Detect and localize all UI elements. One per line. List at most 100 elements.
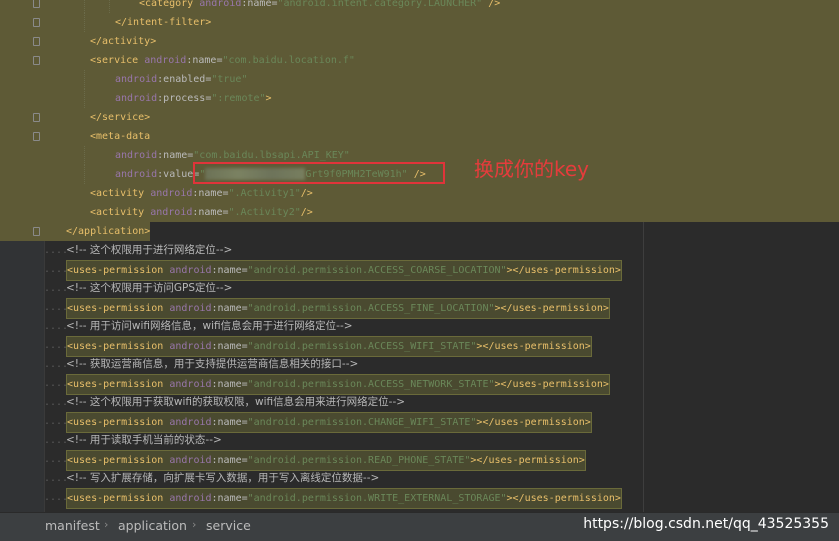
code-text: </application>: [66, 222, 150, 241]
whitespace-dots: ....: [44, 302, 69, 313]
code-line[interactable]: </service>: [0, 108, 839, 127]
token: :name=: [211, 493, 248, 504]
code-line[interactable]: .... <uses-permission android:name="andro…: [0, 298, 839, 319]
token: android: [115, 74, 158, 85]
fold-toggle-icon[interactable]: [33, 227, 40, 236]
code-text: android:enabled="true": [115, 70, 247, 89]
code-line[interactable]: .... <!-- 这个权限用于访问GPS定位-->: [0, 279, 839, 298]
code-line[interactable]: </intent-filter>: [0, 13, 839, 32]
code-text: <uses-permission android:name="android.p…: [66, 374, 610, 395]
code-text: </activity>: [90, 32, 156, 51]
token: <uses-permission: [67, 379, 170, 390]
whitespace-dots: ....: [44, 416, 69, 427]
token: :name=: [186, 55, 223, 66]
annotation-text: 换成你的key: [474, 157, 590, 181]
code-line[interactable]: </application>: [0, 222, 839, 241]
token: ></uses-permission>: [470, 455, 585, 466]
indent-guide: [84, 146, 86, 165]
token: ></uses-permission>: [476, 417, 591, 428]
token: android: [169, 303, 212, 314]
token: <uses-permission: [67, 417, 170, 428]
token: </activity>: [90, 36, 157, 47]
code-line[interactable]: .... <!-- 用于读取手机当前的状态-->: [0, 431, 839, 450]
code-line[interactable]: </activity>: [0, 32, 839, 51]
code-line[interactable]: <activity android:name=".Activity2"/>: [0, 203, 839, 222]
code-line[interactable]: .... <!-- 这个权限用于获取wifi的获取权限，wifi信息会用来进行网络…: [0, 393, 839, 412]
token: <service: [90, 55, 145, 66]
code-line[interactable]: android:process=":remote">: [0, 89, 839, 108]
code-text: <uses-permission android:name="android.p…: [66, 450, 586, 471]
code-text: <meta-data: [90, 127, 150, 146]
code-line[interactable]: .... <uses-permission android:name="andro…: [0, 450, 839, 471]
code-line[interactable]: .... <uses-permission android:name="andro…: [0, 374, 839, 395]
token: "com.baidu.lbsapi.API_KEY": [193, 150, 350, 161]
code-text: <category android:name="android.intent.c…: [139, 0, 500, 13]
token: <uses-permission: [67, 303, 170, 314]
code-line[interactable]: .... <!-- 用于访问wifi网络信息，wifi信息会用于进行网络定位-->: [0, 317, 839, 336]
whitespace-dots: ....: [44, 264, 69, 275]
code-line[interactable]: <category android:name="android.intent.c…: [0, 0, 839, 13]
token: :name=: [211, 417, 248, 428]
fold-toggle-icon[interactable]: [33, 56, 40, 65]
code-line[interactable]: <service android:name="com.baidu.locatio…: [0, 51, 839, 70]
token: :name=: [211, 379, 248, 390]
code-text: <!-- 用于访问wifi网络信息，wifi信息会用于进行网络定位-->: [66, 317, 353, 336]
fold-toggle-icon[interactable]: [33, 113, 40, 122]
token: "android.permission.WRITE_EXTERNAL_STORA…: [247, 493, 507, 504]
token: "true": [211, 74, 248, 85]
code-text: <activity android:name=".Activity1"/>: [90, 184, 313, 203]
breadcrumb-application[interactable]: application: [118, 518, 187, 533]
whitespace-dots: ....: [44, 340, 69, 351]
token: android: [115, 169, 158, 180]
token: <!-- 用于读取手机当前的状态-->: [66, 434, 222, 446]
fold-toggle-icon[interactable]: [33, 0, 40, 8]
token: "android.permission.READ_PHONE_STATE": [247, 455, 471, 466]
token: android: [144, 55, 187, 66]
code-line[interactable]: .... <uses-permission android:name="andro…: [0, 336, 839, 357]
token: />: [300, 188, 313, 199]
code-text: <service android:name="com.baidu.locatio…: [90, 51, 355, 70]
breadcrumb-manifest[interactable]: manifest: [45, 518, 100, 533]
code-text: </service>: [90, 108, 150, 127]
fold-toggle-icon[interactable]: [33, 18, 40, 27]
token: "android.intent.category.LAUNCHER": [277, 0, 483, 9]
token: <!-- 这个权限用于获取wifi的获取权限，wifi信息会用来进行网络定位--…: [66, 396, 406, 408]
breadcrumb-service[interactable]: service: [206, 518, 251, 533]
token: <uses-permission: [67, 493, 170, 504]
status-bar: manifest › application › service https:/…: [0, 512, 839, 541]
token: :name=: [211, 455, 248, 466]
code-line[interactable]: .... <!-- 获取运营商信息，用于支持提供运营商信息相关的接口-->: [0, 355, 839, 374]
fold-toggle-icon[interactable]: [33, 132, 40, 141]
code-line[interactable]: .... <!-- 写入扩展存储，向扩展卡写入数据，用于写入离线定位数据-->: [0, 469, 839, 488]
watermark-url: https://blog.csdn.net/qq_43525355: [583, 516, 829, 532]
code-text: <uses-permission android:name="android.p…: [66, 336, 592, 357]
token: <uses-permission: [67, 341, 170, 352]
whitespace-dots: ....: [44, 473, 69, 484]
token: ></uses-permission>: [494, 303, 609, 314]
fold-toggle-icon[interactable]: [33, 37, 40, 46]
highlight-box: [193, 162, 445, 184]
token: android: [169, 493, 212, 504]
token: ".Activity2": [228, 207, 301, 218]
code-line[interactable]: .... <!-- 这个权限用于进行网络定位-->: [0, 241, 839, 260]
code-text: <uses-permission android:name="android.p…: [66, 488, 622, 509]
code-line[interactable]: .... <uses-permission android:name="andro…: [0, 488, 839, 509]
code-line[interactable]: .... <uses-permission android:name="andro…: [0, 260, 839, 281]
code-text: <!-- 这个权限用于获取wifi的获取权限，wifi信息会用来进行网络定位--…: [66, 393, 405, 412]
code-line[interactable]: <meta-data: [0, 127, 839, 146]
token: </application>: [66, 226, 151, 237]
code-line[interactable]: <activity android:name=".Activity1"/>: [0, 184, 839, 203]
token: <!-- 写入扩展存储，向扩展卡写入数据，用于写入离线定位数据-->: [66, 472, 380, 484]
code-text: <uses-permission android:name="android.p…: [66, 298, 610, 319]
token: </intent-filter>: [115, 17, 212, 28]
token: />: [482, 0, 501, 9]
code-line[interactable]: .... <uses-permission android:name="andro…: [0, 412, 839, 433]
token: android: [115, 93, 158, 104]
token: <!-- 获取运营商信息，用于支持提供运营商信息相关的接口-->: [66, 358, 359, 370]
whitespace-dots: ....: [44, 359, 69, 370]
token: ></uses-permission>: [476, 341, 591, 352]
token: :name=: [192, 207, 229, 218]
whitespace-dots: ....: [44, 397, 69, 408]
code-editor[interactable]: <category android:name="android.intent.c…: [0, 0, 839, 512]
code-line[interactable]: android:enabled="true": [0, 70, 839, 89]
